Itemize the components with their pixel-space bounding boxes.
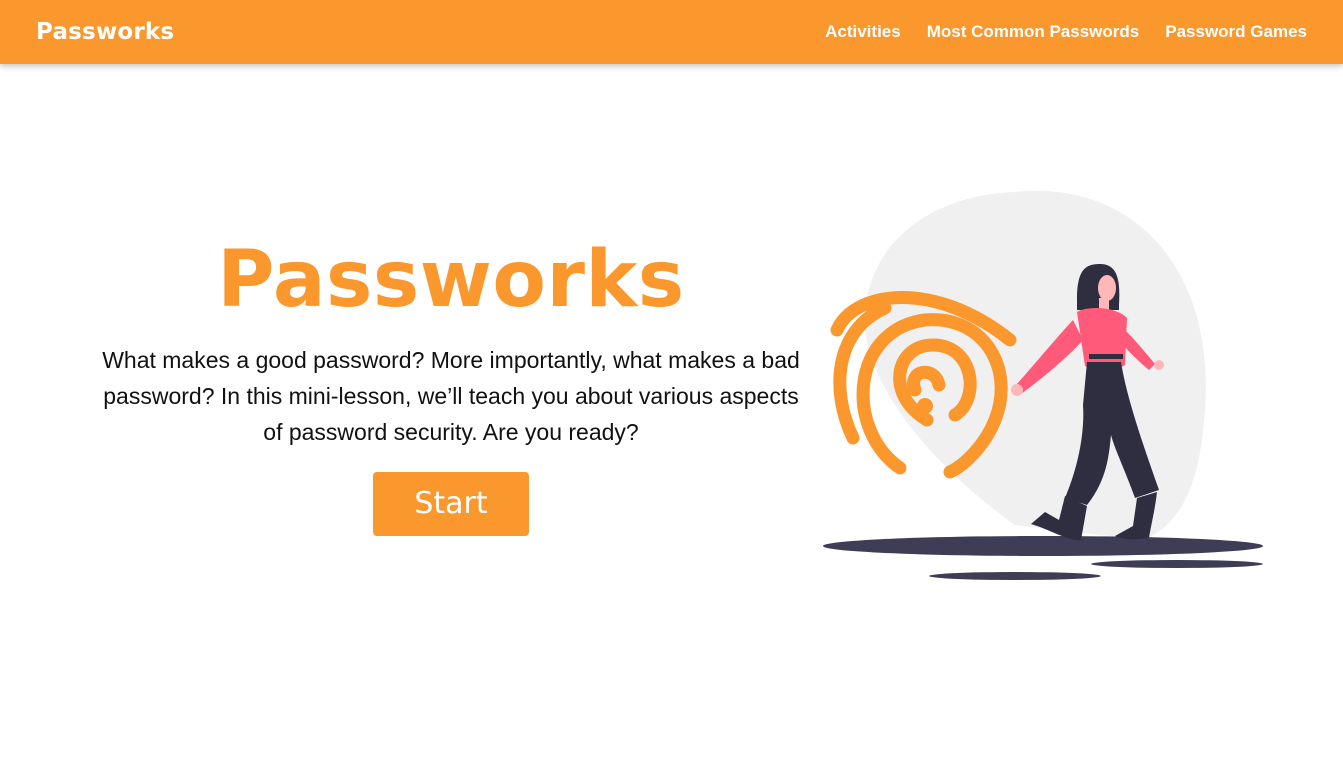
hero-title: Passworks (217, 235, 685, 325)
woman-belt-shape (1089, 354, 1123, 359)
start-button[interactable]: Start (373, 472, 529, 536)
nav-links: Activities Most Common Passwords Passwor… (825, 22, 1307, 42)
hero-section: Passworks What makes a good password? Mo… (90, 232, 812, 536)
top-navbar: Passworks Activities Most Common Passwor… (0, 0, 1343, 64)
brand-logo-link[interactable]: Passworks (36, 19, 174, 45)
ground-shadow-right (1091, 560, 1263, 568)
woman-shirt-shape (1077, 308, 1127, 371)
hero-description: What makes a good password? More importa… (102, 347, 800, 445)
woman-right-hand-shape (1154, 360, 1164, 370)
ground-shadow-left (929, 572, 1101, 580)
woman-face-shape (1098, 275, 1116, 301)
fingerprint-center-dot (917, 398, 933, 414)
woman-left-hand-shape (1011, 384, 1023, 396)
fingerprint-woman-illustration (815, 180, 1275, 590)
nav-link-password-games[interactable]: Password Games (1165, 22, 1307, 42)
ground-shadow-main (823, 536, 1263, 556)
nav-link-activities[interactable]: Activities (825, 22, 901, 42)
nav-link-most-common-passwords[interactable]: Most Common Passwords (927, 22, 1140, 42)
